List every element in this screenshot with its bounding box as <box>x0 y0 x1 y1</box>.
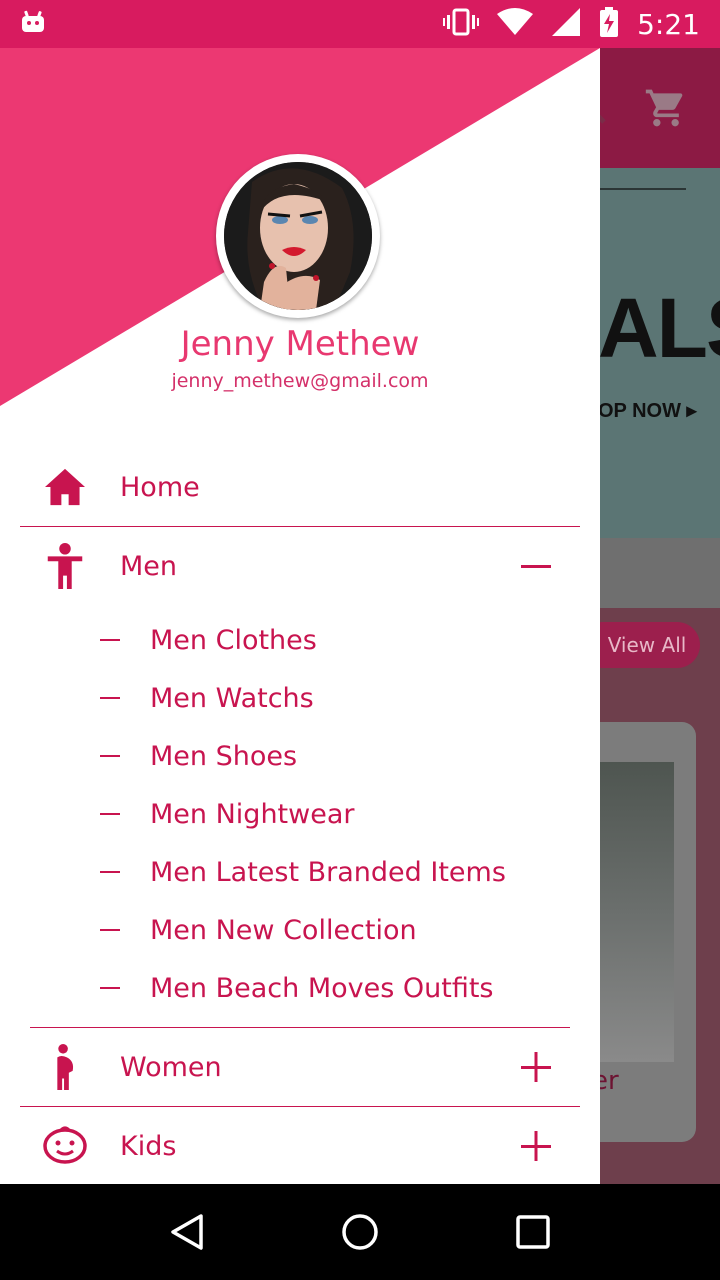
menu-item-home[interactable]: Home <box>0 448 600 526</box>
submenu-item-label: Men Shoes <box>150 740 298 772</box>
submenu-item[interactable]: Men Latest Branded Items <box>0 843 600 901</box>
child-face-icon <box>40 1121 90 1171</box>
cell-signal-icon <box>551 7 581 41</box>
minus-icon[interactable] <box>516 546 556 586</box>
status-bar: 5:21 <box>0 0 720 48</box>
pregnant-woman-icon <box>40 1042 90 1092</box>
dash-icon <box>100 929 120 931</box>
product-image <box>600 762 674 1062</box>
menu-item-kids[interactable]: Kids <box>0 1107 600 1184</box>
banner-shop-now: OP NOW ▸ <box>598 400 697 422</box>
submenu-item[interactable]: Men Watchs <box>0 669 600 727</box>
men-submenu: Men Clothes Men Watchs Men Shoes Men Nig… <box>0 605 600 1027</box>
avatar[interactable] <box>216 154 380 318</box>
avatar-photo <box>224 162 372 310</box>
back-icon[interactable] <box>157 1202 217 1262</box>
menu-item-label: Home <box>120 471 200 503</box>
recents-icon[interactable] <box>503 1202 563 1262</box>
navigation-drawer: Jenny Methew jenny_methew@gmail.com Home… <box>0 48 600 1184</box>
submenu-item-label: Men Beach Moves Outfits <box>150 972 494 1004</box>
menu-item-label: Kids <box>120 1130 177 1162</box>
banner-divider <box>600 188 686 190</box>
screen: 5:21 ALS OP NOW ▸ View All er <box>0 0 720 1280</box>
battery-charging-icon <box>599 7 619 41</box>
plus-icon[interactable] <box>516 1047 556 1087</box>
android-icon <box>20 10 46 38</box>
submenu-item-label: Men Watchs <box>150 682 314 714</box>
home-button-icon[interactable] <box>330 1202 390 1262</box>
submenu-item[interactable]: Men Clothes <box>0 611 600 669</box>
submenu-item[interactable]: Men Beach Moves Outfits <box>0 959 600 1017</box>
wifi-icon <box>497 8 534 40</box>
vibrate-icon <box>443 8 480 40</box>
dash-icon <box>100 697 120 699</box>
status-time: 5:21 <box>637 7 700 41</box>
menu-item-women[interactable]: Women <box>0 1028 600 1106</box>
system-nav-bar <box>0 1184 720 1280</box>
plus-icon[interactable] <box>516 1126 556 1166</box>
home-icon <box>40 462 90 512</box>
dash-icon <box>100 871 120 873</box>
submenu-item[interactable]: Men Shoes <box>0 727 600 785</box>
dash-icon <box>100 755 120 757</box>
submenu-item[interactable]: Men Nightwear <box>0 785 600 843</box>
submenu-item-label: Men Latest Branded Items <box>150 856 506 888</box>
dash-icon <box>100 813 120 815</box>
cart-icon[interactable] <box>644 86 688 134</box>
user-email: jenny_methew@gmail.com <box>171 370 429 392</box>
user-name: Jenny Methew <box>180 324 420 364</box>
submenu-item[interactable]: Men New Collection <box>0 901 600 959</box>
dash-icon <box>100 639 120 641</box>
person-icon <box>40 541 90 591</box>
drawer-menu: Home Men Men Clothes Men Watchs Men Shoe… <box>0 448 600 1184</box>
submenu-item-label: Men Nightwear <box>150 798 355 830</box>
banner-text: ALS <box>598 281 720 375</box>
submenu-item-label: Men New Collection <box>150 914 417 946</box>
menu-item-men[interactable]: Men <box>0 527 600 605</box>
submenu-item-label: Men Clothes <box>150 624 317 656</box>
menu-item-label: Men <box>120 550 178 582</box>
menu-item-label: Women <box>120 1051 222 1083</box>
dash-icon <box>100 987 120 989</box>
